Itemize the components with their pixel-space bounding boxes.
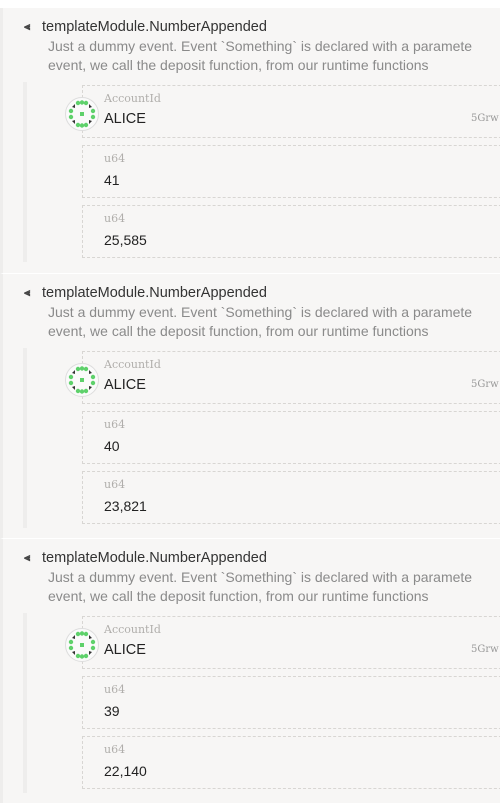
param-type: u64	[104, 743, 126, 756]
param-value: 40	[104, 438, 120, 454]
param-value: 23,821	[104, 498, 147, 514]
param-type: u64	[104, 478, 126, 491]
event-title: templateModule.NumberAppended	[42, 550, 267, 566]
event-description: Just a dummy event. Event `Something` is…	[48, 303, 472, 341]
identicon-avatar[interactable]	[65, 628, 99, 662]
chevron-double-down-icon[interactable]: ⫷	[24, 552, 38, 565]
event-description: Just a dummy event. Event `Something` is…	[48, 568, 472, 606]
number-param: u64 25,585	[82, 205, 500, 258]
event-card: ⫷ templateModule.NumberAppended Just a d…	[0, 538, 500, 803]
event-list: ⫷ templateModule.NumberAppended Just a d…	[0, 8, 500, 803]
description-line: event, we call the deposit function, fro…	[48, 57, 429, 73]
event-params: AccountId ALICE 5Grw u64 40 u64 23,821	[23, 348, 500, 528]
chevron-double-down-icon[interactable]: ⫷	[24, 21, 38, 34]
number-param: u64 39	[82, 676, 500, 729]
param-type: AccountId	[104, 358, 161, 371]
description-line: Just a dummy event. Event `Something` is…	[48, 569, 473, 585]
param-type: u64	[104, 683, 126, 696]
param-type: u64	[104, 418, 126, 431]
account-address[interactable]: 5Grw	[471, 113, 500, 124]
identicon-avatar[interactable]	[65, 363, 99, 397]
number-param: u64 22,140	[82, 736, 500, 789]
event-title: templateModule.NumberAppended	[42, 19, 267, 35]
event-header[interactable]: ⫷ templateModule.NumberAppended	[24, 19, 267, 35]
event-card: ⫷ templateModule.NumberAppended Just a d…	[0, 273, 500, 538]
description-line: event, we call the deposit function, fro…	[48, 588, 429, 604]
param-value: 22,140	[104, 763, 147, 779]
param-value: 39	[104, 703, 120, 719]
event-params: AccountId ALICE 5Grw u64 39 u64 22,140	[23, 613, 500, 793]
event-description: Just a dummy event. Event `Something` is…	[48, 37, 472, 75]
number-param: u64 40	[82, 411, 500, 464]
account-name: ALICE	[104, 111, 146, 127]
param-value: 41	[104, 172, 120, 188]
param-type: u64	[104, 212, 126, 225]
description-line: Just a dummy event. Event `Something` is…	[48, 38, 473, 54]
number-param: u64 23,821	[82, 471, 500, 524]
account-param: AccountId ALICE 5Grw	[65, 616, 500, 669]
account-address[interactable]: 5Grw	[471, 644, 500, 655]
identicon-avatar[interactable]	[65, 97, 99, 131]
chevron-double-down-icon[interactable]: ⫷	[24, 287, 38, 300]
param-type: u64	[104, 152, 126, 165]
account-name: ALICE	[104, 642, 146, 658]
number-param: u64 41	[82, 145, 500, 198]
event-card: ⫷ templateModule.NumberAppended Just a d…	[0, 8, 500, 273]
account-name: ALICE	[104, 377, 146, 393]
param-type: AccountId	[104, 623, 161, 636]
param-value: 25,585	[104, 232, 147, 248]
event-header[interactable]: ⫷ templateModule.NumberAppended	[24, 550, 267, 566]
description-line: event, we call the deposit function, fro…	[48, 323, 429, 339]
account-address[interactable]: 5Grw	[471, 379, 500, 390]
event-params: AccountId ALICE 5Grw u64 41 u64 25,585	[23, 82, 500, 262]
account-param: AccountId ALICE 5Grw	[65, 351, 500, 404]
event-title: templateModule.NumberAppended	[42, 285, 267, 301]
account-param: AccountId ALICE 5Grw	[65, 85, 500, 138]
param-type: AccountId	[104, 92, 161, 105]
event-header[interactable]: ⫷ templateModule.NumberAppended	[24, 285, 267, 301]
description-line: Just a dummy event. Event `Something` is…	[48, 304, 473, 320]
